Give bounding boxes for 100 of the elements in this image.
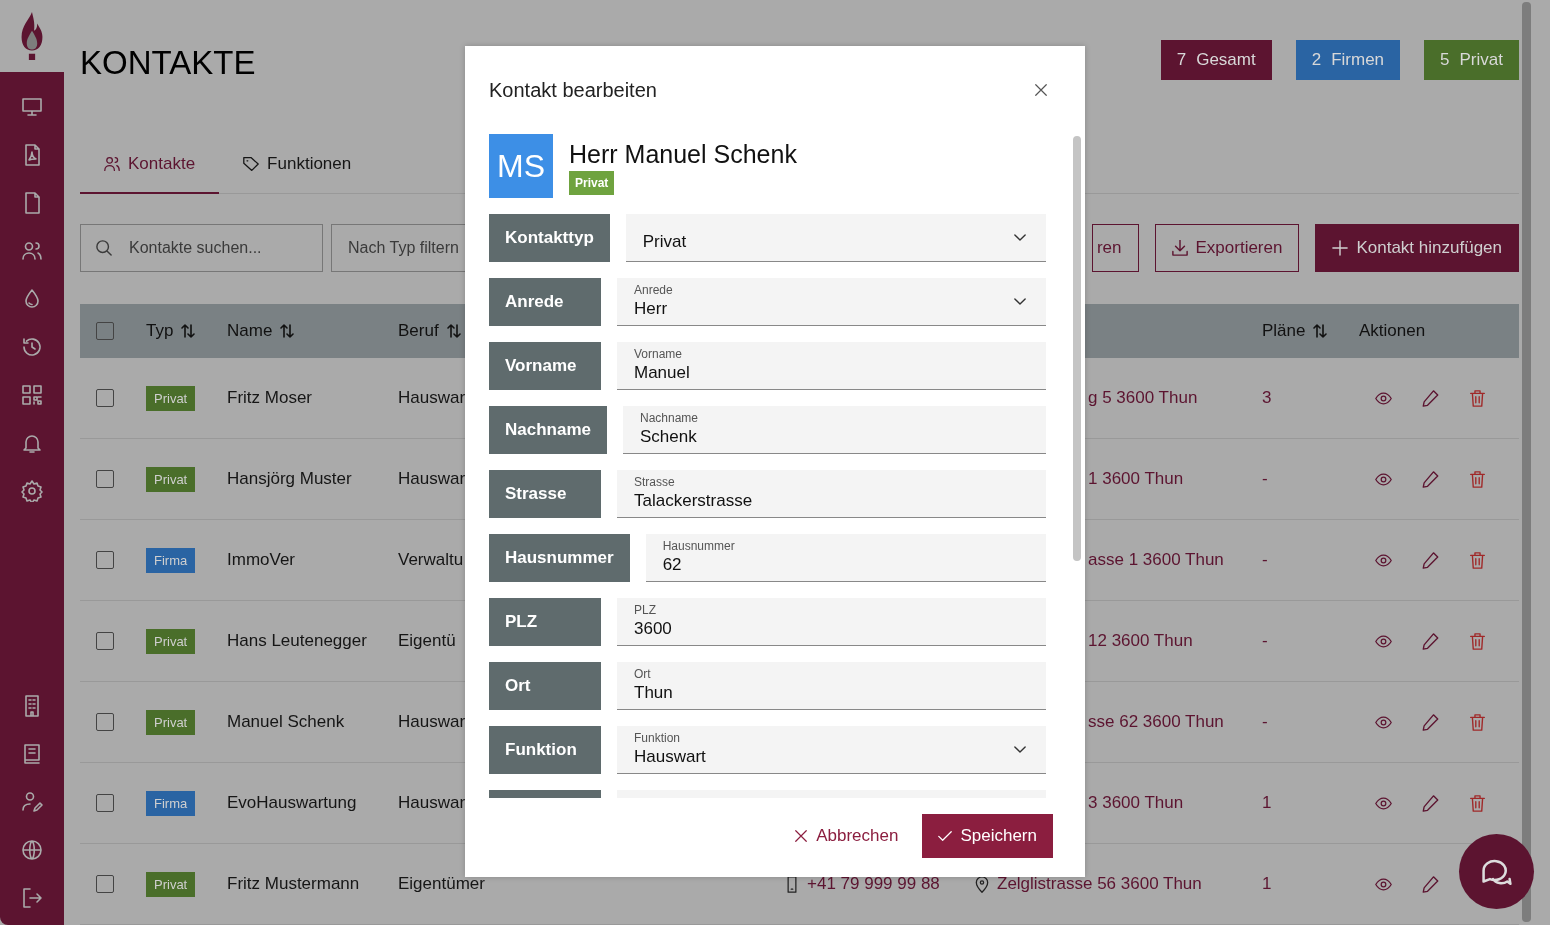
pencil-icon[interactable] [1422,713,1439,731]
trash-icon[interactable] [1469,551,1486,569]
column-header[interactable]: Aktionen [1359,321,1426,341]
user-edit-icon[interactable] [21,791,43,813]
close-icon [794,830,809,842]
pencil-icon[interactable] [1422,470,1439,488]
input-field[interactable]: Nachname Schenk [623,406,1046,454]
table-cell: Hauswar [398,388,466,408]
globe-icon[interactable] [21,839,43,861]
pencil-icon[interactable] [1422,389,1439,407]
pencil-icon[interactable] [1422,794,1439,812]
input-field[interactable]: Hausnummer 62 [645,534,1046,582]
address-link[interactable]: asse 1 3600 Thun [1088,550,1224,570]
checkbox[interactable] [96,322,114,340]
table-cell: Hansjörg Muster [227,469,352,489]
save-button[interactable]: Speichern [922,814,1053,858]
tag-icon [243,156,260,172]
address-link[interactable]: 12 3600 Thun [1088,631,1193,651]
dialog-title: Kontakt bearbeiten [489,78,657,102]
toolbar-button[interactable]: Kontakt hinzufügen [1315,224,1519,272]
address-link[interactable]: 3 3600 Thun [1088,793,1184,813]
field-label: Funktion [489,726,601,774]
scrollbar[interactable] [1522,2,1531,922]
checkbox[interactable] [96,389,114,407]
checkbox[interactable] [96,875,114,893]
trash-icon[interactable] [1469,794,1486,812]
checkbox[interactable] [96,551,114,569]
eye-icon[interactable] [1375,794,1392,812]
close-icon[interactable] [1035,84,1047,96]
field-label: Anrede [489,278,601,326]
scrollbar[interactable] [1073,136,1081,561]
select-field[interactable]: Anrede Herr [617,278,1046,326]
bell-icon[interactable] [21,432,43,454]
table-cell: Eigentü [398,631,456,651]
table-cell: Hauswar [398,469,466,489]
input-field[interactable]: Vorname Manuel [617,342,1046,390]
type-badge: Privat [146,466,196,492]
eye-icon[interactable] [1375,551,1392,569]
checkbox[interactable] [96,794,114,812]
input-field[interactable]: Ort Thun [617,662,1046,710]
phone-icon [785,875,799,893]
table-cell: ImmoVer [227,550,296,570]
table-cell: - [1262,469,1268,489]
type-badge: Privat [146,709,196,735]
checkbox[interactable] [96,470,114,488]
eye-icon[interactable] [1375,389,1392,407]
users-icon [104,156,120,172]
column-header[interactable]: Beruf [398,321,439,341]
flame-logo [20,12,44,60]
trash-icon[interactable] [1469,389,1486,407]
eye-icon[interactable] [1375,470,1392,488]
column-header[interactable]: Typ [146,321,174,341]
monitor-icon[interactable] [21,96,43,118]
field-label: PLZ [489,598,601,646]
input-field[interactable]: Strasse Talackerstrasse [617,470,1046,518]
field-label: Ort [489,662,601,710]
eye-icon[interactable] [1375,713,1392,731]
table-cell: 3 [1262,388,1272,408]
address-link[interactable]: Zelglistrasse 56 3600 Thun [997,874,1202,894]
address-link[interactable]: 1 3600 Thun [1088,469,1184,489]
search-field[interactable]: Kontakte suchen... [80,224,323,272]
sort-icon[interactable] [446,324,461,338]
type-badge: Firma [146,790,196,816]
select-field[interactable]: Funktion Hauswart [617,726,1046,774]
pencil-icon[interactable] [1422,551,1439,569]
settings-icon[interactable] [21,480,43,502]
trash-icon[interactable] [1469,632,1486,650]
plus-icon [1332,240,1349,256]
trash-icon[interactable] [1469,713,1486,731]
history-icon[interactable] [21,336,43,358]
column-header[interactable]: Pläne [1262,321,1306,341]
pencil-icon[interactable] [1422,875,1439,893]
users-icon[interactable] [21,240,43,262]
qr-code-icon[interactable] [21,384,43,406]
tab[interactable]: Kontakte [80,136,220,194]
count-badge: 7 Gesamt [1160,40,1272,80]
checkbox[interactable] [96,713,114,731]
logout-icon[interactable] [21,887,43,909]
address-link[interactable]: sse 62 3600 Thun [1088,712,1224,732]
trash-icon[interactable] [1469,470,1486,488]
input-field[interactable]: PLZ 3600 [617,598,1046,646]
field-label: Strasse [489,470,601,518]
pencil-icon[interactable] [1422,632,1439,650]
table-cell: Hans Leutenegger [227,631,367,651]
eye-icon[interactable] [1375,875,1392,893]
sort-icon[interactable] [280,324,295,338]
avatar: MS [489,134,553,198]
address-link[interactable]: g 5 3600 Thun [1088,388,1198,408]
column-header[interactable]: Name [227,321,273,341]
sort-icon[interactable] [181,324,196,338]
toolbar-button[interactable]: Exportieren [1154,224,1300,272]
select-field[interactable]: Privat [625,214,1046,262]
checkbox[interactable] [96,632,114,650]
toolbar-button[interactable]: ren [1091,224,1139,272]
page-title: KONTAKTE [80,44,256,82]
cancel-button[interactable]: Abbrechen [794,814,899,858]
sort-icon[interactable] [1313,324,1328,338]
book-icon[interactable] [21,743,43,765]
tab[interactable]: Funktionen [219,136,376,194]
eye-icon[interactable] [1375,632,1392,650]
